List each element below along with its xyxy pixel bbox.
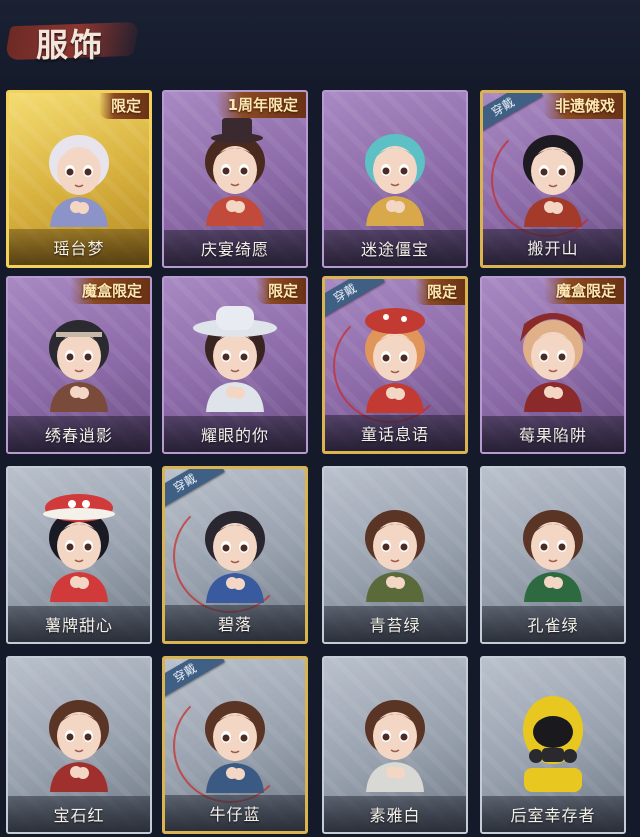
character-portrait [192,493,278,603]
limited-badge: 1周年限定 [215,92,306,118]
name-plate: 童话息语 [325,415,465,451]
character-portrait [36,492,122,602]
name-plate: 宝石红 [8,796,150,832]
limited-badge: 限定 [255,278,306,304]
costume-name: 青苔绿 [369,616,421,635]
name-plate: 青苔绿 [324,606,466,642]
name-plate: 绣春逍影 [8,416,150,452]
costume-card[interactable]: 限定耀眼的你 [162,276,308,454]
character-portrait [36,682,122,792]
costume-name: 孔雀绿 [527,616,579,635]
limited-badge: 非遗傩戏 [542,93,623,119]
character-portrait [352,682,438,792]
costume-card[interactable]: 孔雀绿 [480,466,626,644]
costume-card[interactable]: 迷途僵宝 [322,90,468,268]
costume-card[interactable]: 青苔绿 [322,466,468,644]
character-portrait [192,683,278,793]
limited-badge: 限定 [98,93,149,119]
character-portrait [510,682,596,792]
character-portrait [352,492,438,602]
costume-card[interactable]: 限定瑶台梦 [6,90,152,268]
costume-name: 绣春逍影 [44,426,113,445]
name-plate: 迷途僵宝 [324,230,466,266]
name-plate: 瑶台梦 [9,229,149,265]
costume-name: 碧落 [217,615,252,634]
character-portrait [192,302,278,412]
costume-card[interactable]: 宝石红 [6,656,152,834]
character-portrait [36,117,122,227]
costume-name: 宝石红 [53,806,105,825]
costume-name: 庆宴绮愿 [200,240,269,259]
character-portrait [352,303,438,413]
name-plate: 孔雀绿 [482,606,624,642]
name-plate: 碧落 [165,605,305,641]
name-plate: 搬开山 [483,229,623,265]
character-portrait [510,117,596,227]
character-portrait [510,302,596,412]
costume-card[interactable]: 非遗傩戏 穿戴 搬开山 [480,90,626,268]
name-plate: 后室幸存者 [482,796,624,832]
costume-name: 童话息语 [360,425,429,444]
costume-name: 耀眼的你 [200,426,269,445]
name-plate: 庆宴绮愿 [164,230,306,266]
costume-card[interactable]: 素雅白 [322,656,468,834]
costume-card[interactable]: 薯牌甜心 [6,466,152,644]
costume-name: 搬开山 [527,239,579,258]
limited-badge: 魔盒限定 [69,278,150,304]
costume-card[interactable]: 1周年限定庆宴绮愿 [162,90,308,268]
character-portrait [352,116,438,226]
costume-name: 素雅白 [369,806,421,825]
character-portrait [510,492,596,602]
character-portrait [192,116,278,226]
name-plate: 素雅白 [324,796,466,832]
header: 服饰 [0,0,640,80]
limited-badge: 限定 [414,279,465,305]
name-plate: 莓果陷阱 [482,416,624,452]
costume-name: 牛仔蓝 [209,805,261,824]
page-title-text: 服饰 [36,26,105,64]
page-title: 服饰 [4,14,140,66]
costume-card[interactable]: 穿戴 牛仔蓝 [162,656,308,834]
costume-card[interactable]: 魔盒限定绣春逍影 [6,276,152,454]
name-plate: 牛仔蓝 [165,795,305,831]
costume-card[interactable]: 穿戴 碧落 [162,466,308,644]
costume-name: 瑶台梦 [53,239,105,258]
costume-name: 迷途僵宝 [360,240,429,259]
costume-name: 后室幸存者 [510,806,596,825]
costume-card[interactable]: 魔盒限定莓果陷阱 [480,276,626,454]
character-portrait [36,302,122,412]
costume-name: 薯牌甜心 [44,616,113,635]
name-plate: 耀眼的你 [164,416,306,452]
limited-badge: 魔盒限定 [543,278,624,304]
costume-card[interactable]: 后室幸存者 [480,656,626,834]
name-plate: 薯牌甜心 [8,606,150,642]
costume-name: 莓果陷阱 [518,426,587,445]
costume-card[interactable]: 限定 穿戴 童话息语 [322,276,468,454]
